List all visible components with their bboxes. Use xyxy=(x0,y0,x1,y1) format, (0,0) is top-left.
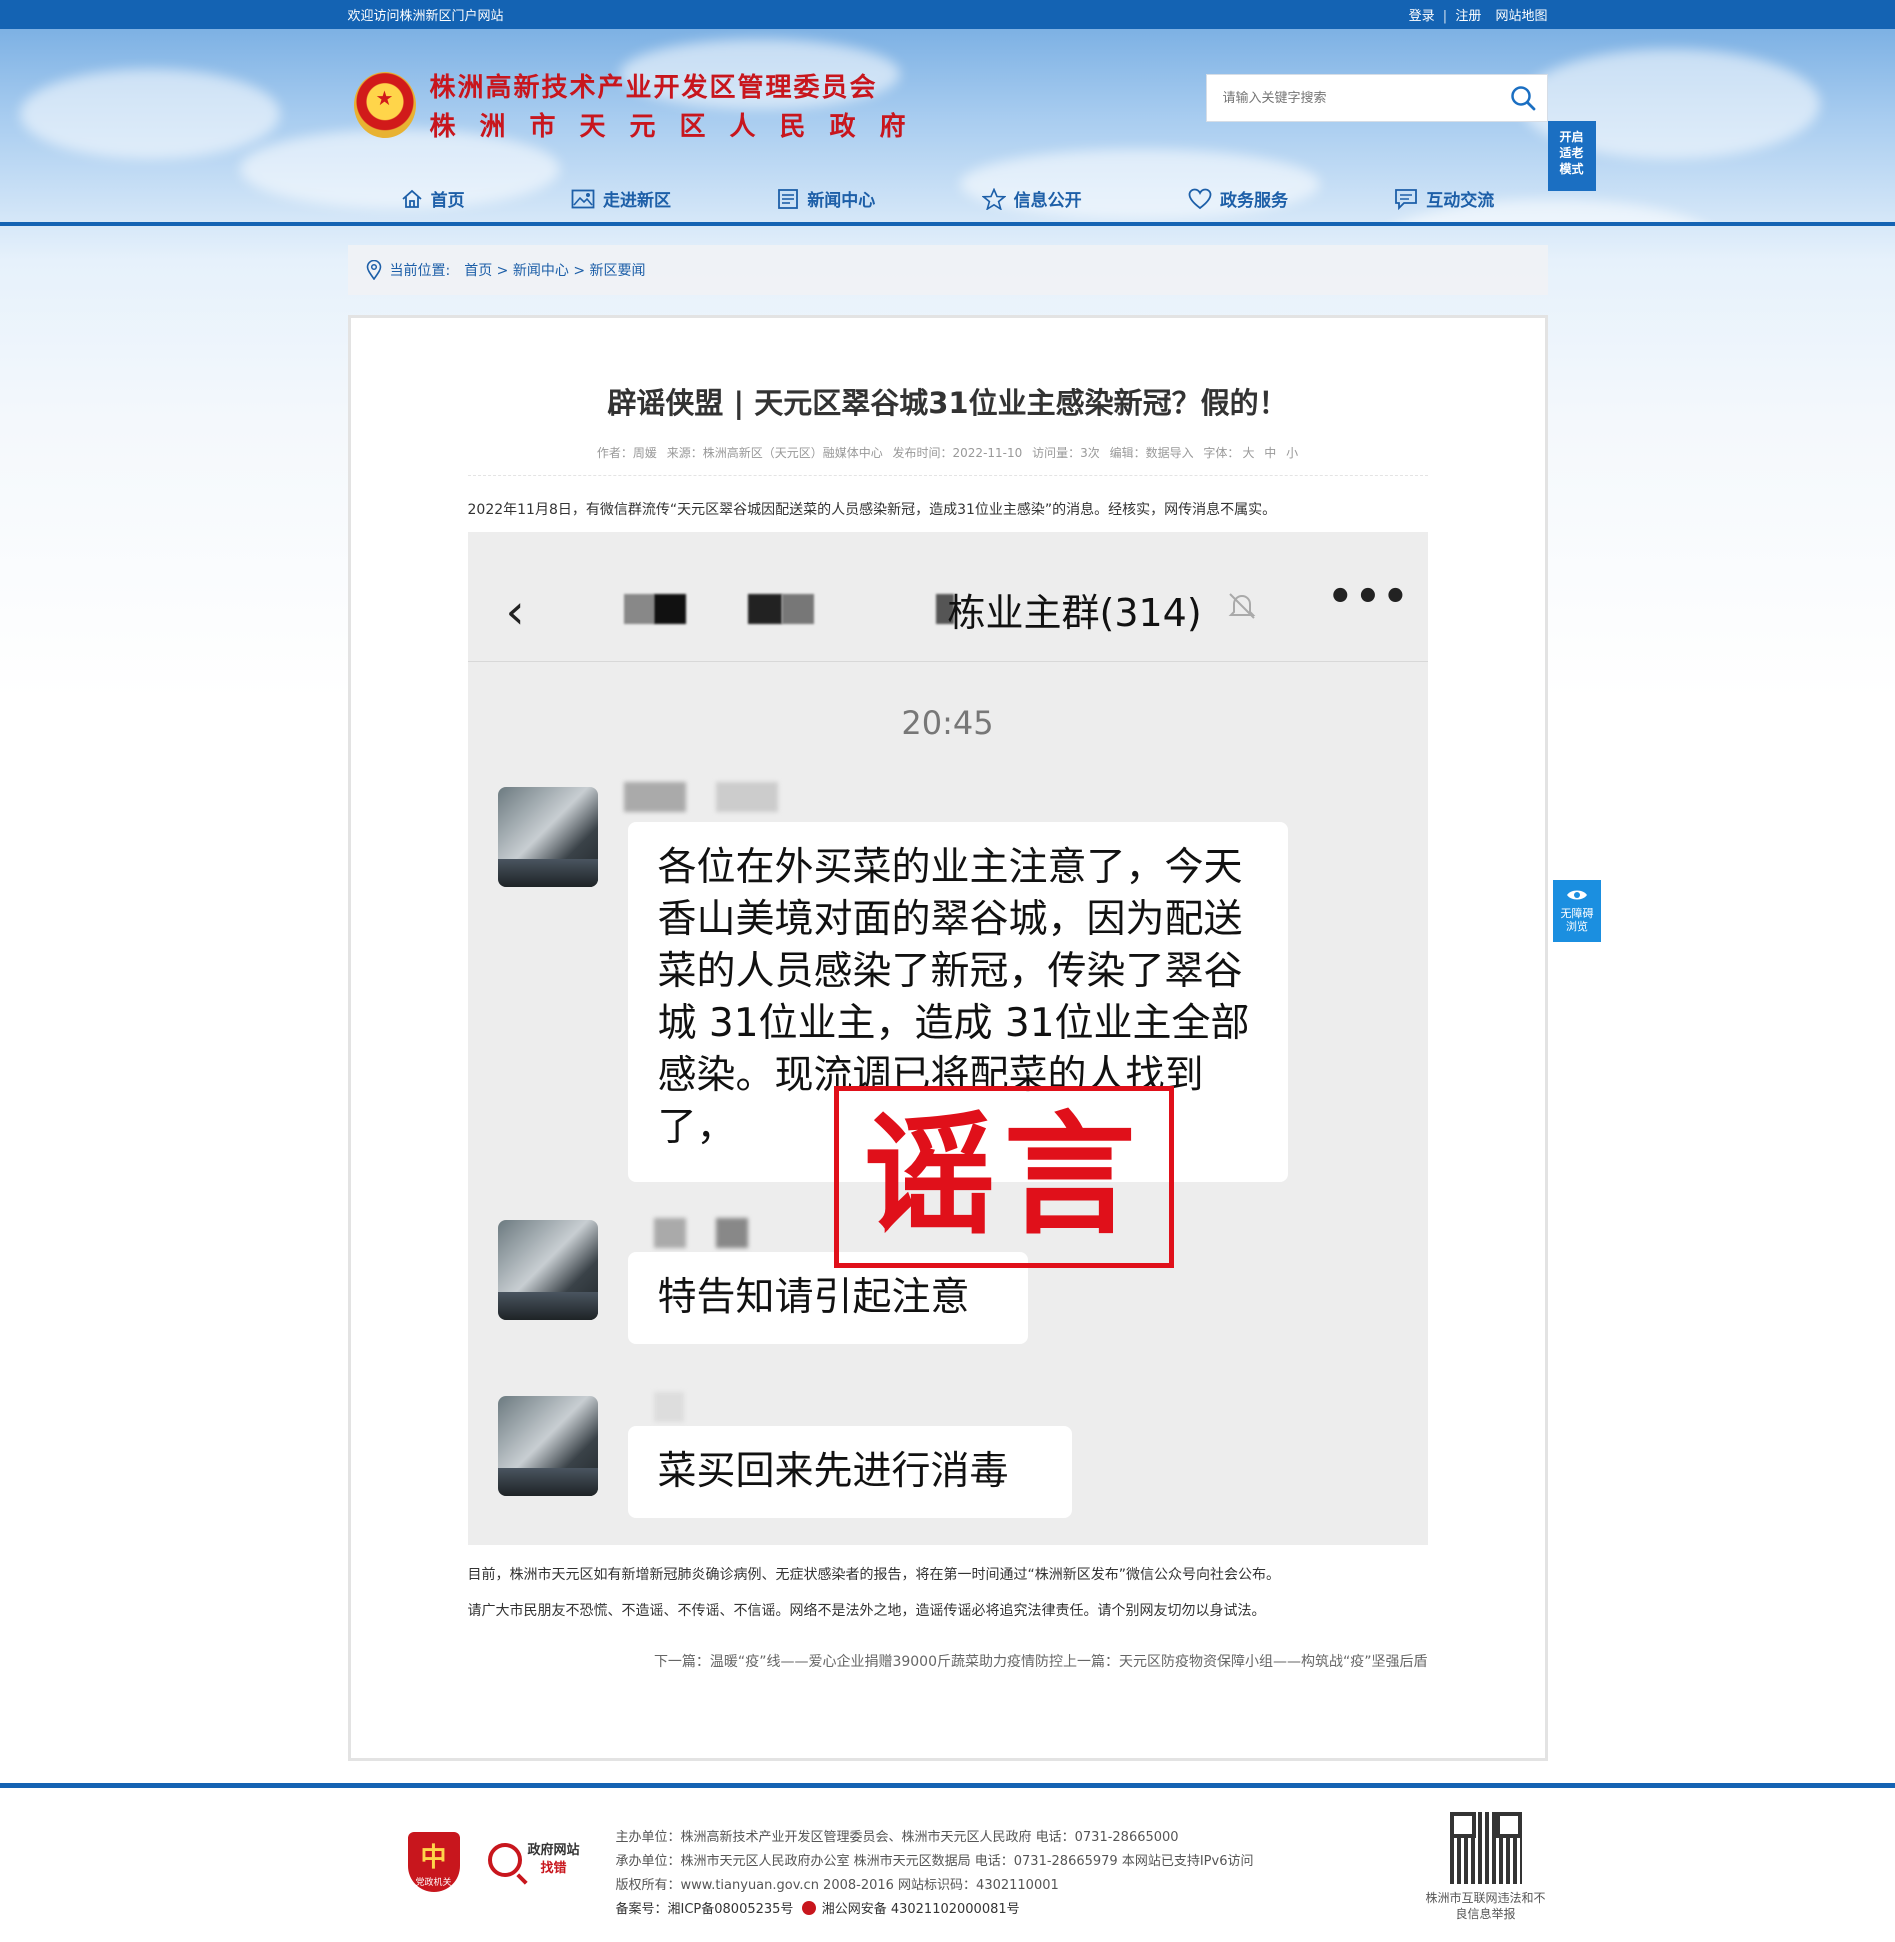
accessibility-label: 无障碍浏览 xyxy=(1560,907,1594,933)
sitemap-link[interactable]: 网站地图 xyxy=(1495,9,1547,24)
breadcrumb-home[interactable]: 首页 xyxy=(464,263,492,279)
badge-subtitle: 找错 xyxy=(540,1861,567,1876)
police-badge-icon xyxy=(801,1901,816,1915)
next-article-link[interactable]: 下一篇：温暖“疫”线——爱心企业捐赠39000斤蔬菜助力疫情防控 xyxy=(654,1654,1063,1670)
nav-item-home[interactable]: 首页 xyxy=(401,186,465,211)
accessibility-button[interactable]: 无障碍浏览 xyxy=(1553,880,1601,942)
breadcrumb-separator: > xyxy=(573,263,586,279)
breadcrumb-current[interactable]: 新区要闻 xyxy=(590,263,646,279)
search-box xyxy=(1205,74,1548,122)
news-icon xyxy=(778,188,799,209)
back-arrow-icon: ‹ xyxy=(505,584,525,640)
font-size-medium[interactable]: 中 xyxy=(1264,446,1276,460)
nav-item-services[interactable]: 政务服务 xyxy=(1188,186,1288,211)
org-name-line2: 株洲市天元区人民政府 xyxy=(429,112,930,142)
mute-bell-icon xyxy=(1228,593,1255,619)
breadcrumb-section[interactable]: 新闻中心 xyxy=(513,263,569,279)
article-meta: 作者：周媛 来源：株洲高新区（天元区）融媒体中心 发布时间：2022-11-10… xyxy=(467,444,1428,476)
qr-caption: 株洲市互联网违法和不良信息举报 xyxy=(1425,1891,1546,1921)
nav-item-disclosure[interactable]: 信息公开 xyxy=(981,186,1082,211)
elder-mode-button[interactable]: 开启 适老 模式 xyxy=(1547,121,1596,191)
top-bar: 欢迎访问株洲新区门户网站 登录 | 注册 网站地图 xyxy=(0,0,1895,29)
chat-message: 菜买回来先进行消毒 xyxy=(627,1426,1072,1518)
chat-time: 20:45 xyxy=(901,704,994,742)
location-pin-icon xyxy=(366,260,381,280)
qr-code-icon xyxy=(1449,1812,1522,1884)
breadcrumb-separator: > xyxy=(496,263,509,279)
site-logo[interactable]: 株洲高新技术产业开发区管理委员会 株洲市天元区人民政府 xyxy=(353,67,930,143)
chat-header: ‹ 栋业主群(314) ••• xyxy=(467,532,1428,662)
magnifier-icon xyxy=(487,1843,522,1877)
star-icon xyxy=(981,187,1006,210)
chat-icon xyxy=(1395,188,1418,210)
footer-operator: 承办单位：株洲市天元区人民政府办公室 株洲市天元区数据局 电话：0731-286… xyxy=(615,1854,1254,1869)
chat-group-name: 栋业主群(314) xyxy=(947,591,1202,635)
meta-font-label: 字体： xyxy=(1203,446,1240,460)
footer-host: 主办单位：株洲高新技术产业开发区管理委员会、株洲市天元区人民政府 电话：0731… xyxy=(615,1830,1179,1845)
nav-item-interaction[interactable]: 互动交流 xyxy=(1394,186,1494,211)
top-links-separator: | xyxy=(1442,9,1448,24)
badge-caption: 党政机关 xyxy=(415,1878,452,1888)
national-emblem-icon xyxy=(353,72,416,138)
font-size-small[interactable]: 小 xyxy=(1286,446,1298,460)
welcome-text: 欢迎访问株洲新区门户网站 xyxy=(347,9,504,24)
article-title: 辟谣侠盟 | 天元区翠谷城31位业主感染新冠？假的！ xyxy=(607,386,1288,420)
picture-icon xyxy=(571,189,595,208)
site-header: 株洲高新技术产业开发区管理委员会 株洲市天元区人民政府 开启 适老 模式 首页 … xyxy=(0,29,1895,225)
article-paragraph: 2022年11月8日，有微信群流传“天元区翠谷城因配送菜的人员感染新冠，造成31… xyxy=(467,502,1277,518)
meta-date: 发布时间：2022-11-10 xyxy=(892,446,1023,460)
article-paragraph: 请广大市民朋友不恐慌、不造谣、不传谣、不信谣。网络不是法外之地，造谣传谣必将追究… xyxy=(467,1603,1266,1619)
rumor-stamp: 谣言 xyxy=(833,1086,1174,1268)
register-link[interactable]: 注册 xyxy=(1455,9,1481,24)
avatar xyxy=(497,1396,598,1496)
nav-item-news[interactable]: 新闻中心 xyxy=(777,186,875,211)
search-icon[interactable] xyxy=(1499,74,1547,122)
more-icon: ••• xyxy=(1327,574,1411,620)
article-panel: 辟谣侠盟 | 天元区翠谷城31位业主感染新冠？假的！ 作者：周媛 来源：株洲高新… xyxy=(347,315,1548,1761)
gov-site-error-badge[interactable]: 政府网站 找错 xyxy=(487,1842,580,1878)
article-pager: 下一篇：温暖“疫”线——爱心企业捐赠39000斤蔬菜助力疫情防控上一篇：天元区防… xyxy=(468,1651,1428,1671)
avatar xyxy=(497,1220,598,1320)
heart-icon xyxy=(1188,188,1212,209)
footer-copyright: 版权所有：www.tianyuan.gov.cn 2008-2016 网站标识码… xyxy=(615,1878,1059,1893)
footer-info: 主办单位：株洲高新技术产业开发区管理委员会、株洲市天元区人民政府 电话：0731… xyxy=(616,1826,1254,1922)
footer-police-record[interactable]: 湘公网安备 43021102000081号 xyxy=(822,1902,1020,1917)
article-paragraph: 目前，株洲市天元区如有新增新冠肺炎确诊病例、无症状感染者的报告，将在第一时间通过… xyxy=(467,1567,1281,1583)
home-icon xyxy=(402,189,422,208)
nav-item-about[interactable]: 走进新区 xyxy=(571,186,671,211)
font-size-large[interactable]: 大 xyxy=(1242,446,1254,460)
prev-article-link[interactable]: 上一篇：天元区防疫物资保障小组——构筑战“疫”坚强后盾 xyxy=(1063,1654,1428,1670)
badge-emblem-icon: 中 xyxy=(420,1843,447,1873)
meta-author: 作者：周媛 xyxy=(596,446,657,460)
badge-title: 政府网站 xyxy=(527,1843,580,1858)
rumor-chat-screenshot: ‹ 栋业主群(314) ••• 20:45 各位在外买菜的业主注意了，今天香山美… xyxy=(467,532,1428,1545)
avatar xyxy=(497,787,598,887)
meta-source: 来源：株洲高新区（天元区）融媒体中心 xyxy=(666,446,883,460)
party-govt-badge[interactable]: 中 党政机关 xyxy=(407,1832,460,1892)
main-nav: 首页 走进新区 新闻中心 信息公开 政务服务 互动交流 xyxy=(348,186,1548,211)
meta-editor: 编辑：数据导入 xyxy=(1109,446,1194,460)
login-link[interactable]: 登录 xyxy=(1409,9,1435,24)
breadcrumb-label: 当前位置: xyxy=(389,263,451,279)
search-input[interactable] xyxy=(1206,75,1499,121)
footer-icp-record[interactable]: 备案号：湘ICP备08005235号 xyxy=(616,1902,794,1917)
site-footer: 中 党政机关 政府网站 找错 主办单位：株洲高新技术产业开发区管理委员会、株洲市… xyxy=(0,1788,1895,1942)
org-name-line1: 株洲高新技术产业开发区管理委员会 xyxy=(429,73,878,103)
eye-icon xyxy=(1567,890,1587,900)
header-divider xyxy=(0,222,1895,226)
breadcrumb: 当前位置: 首页 > 新闻中心 > 新区要闻 xyxy=(347,245,1548,295)
top-links: 登录 | 注册 网站地图 xyxy=(1405,5,1548,24)
meta-views: 访问量：3次 xyxy=(1032,446,1100,460)
